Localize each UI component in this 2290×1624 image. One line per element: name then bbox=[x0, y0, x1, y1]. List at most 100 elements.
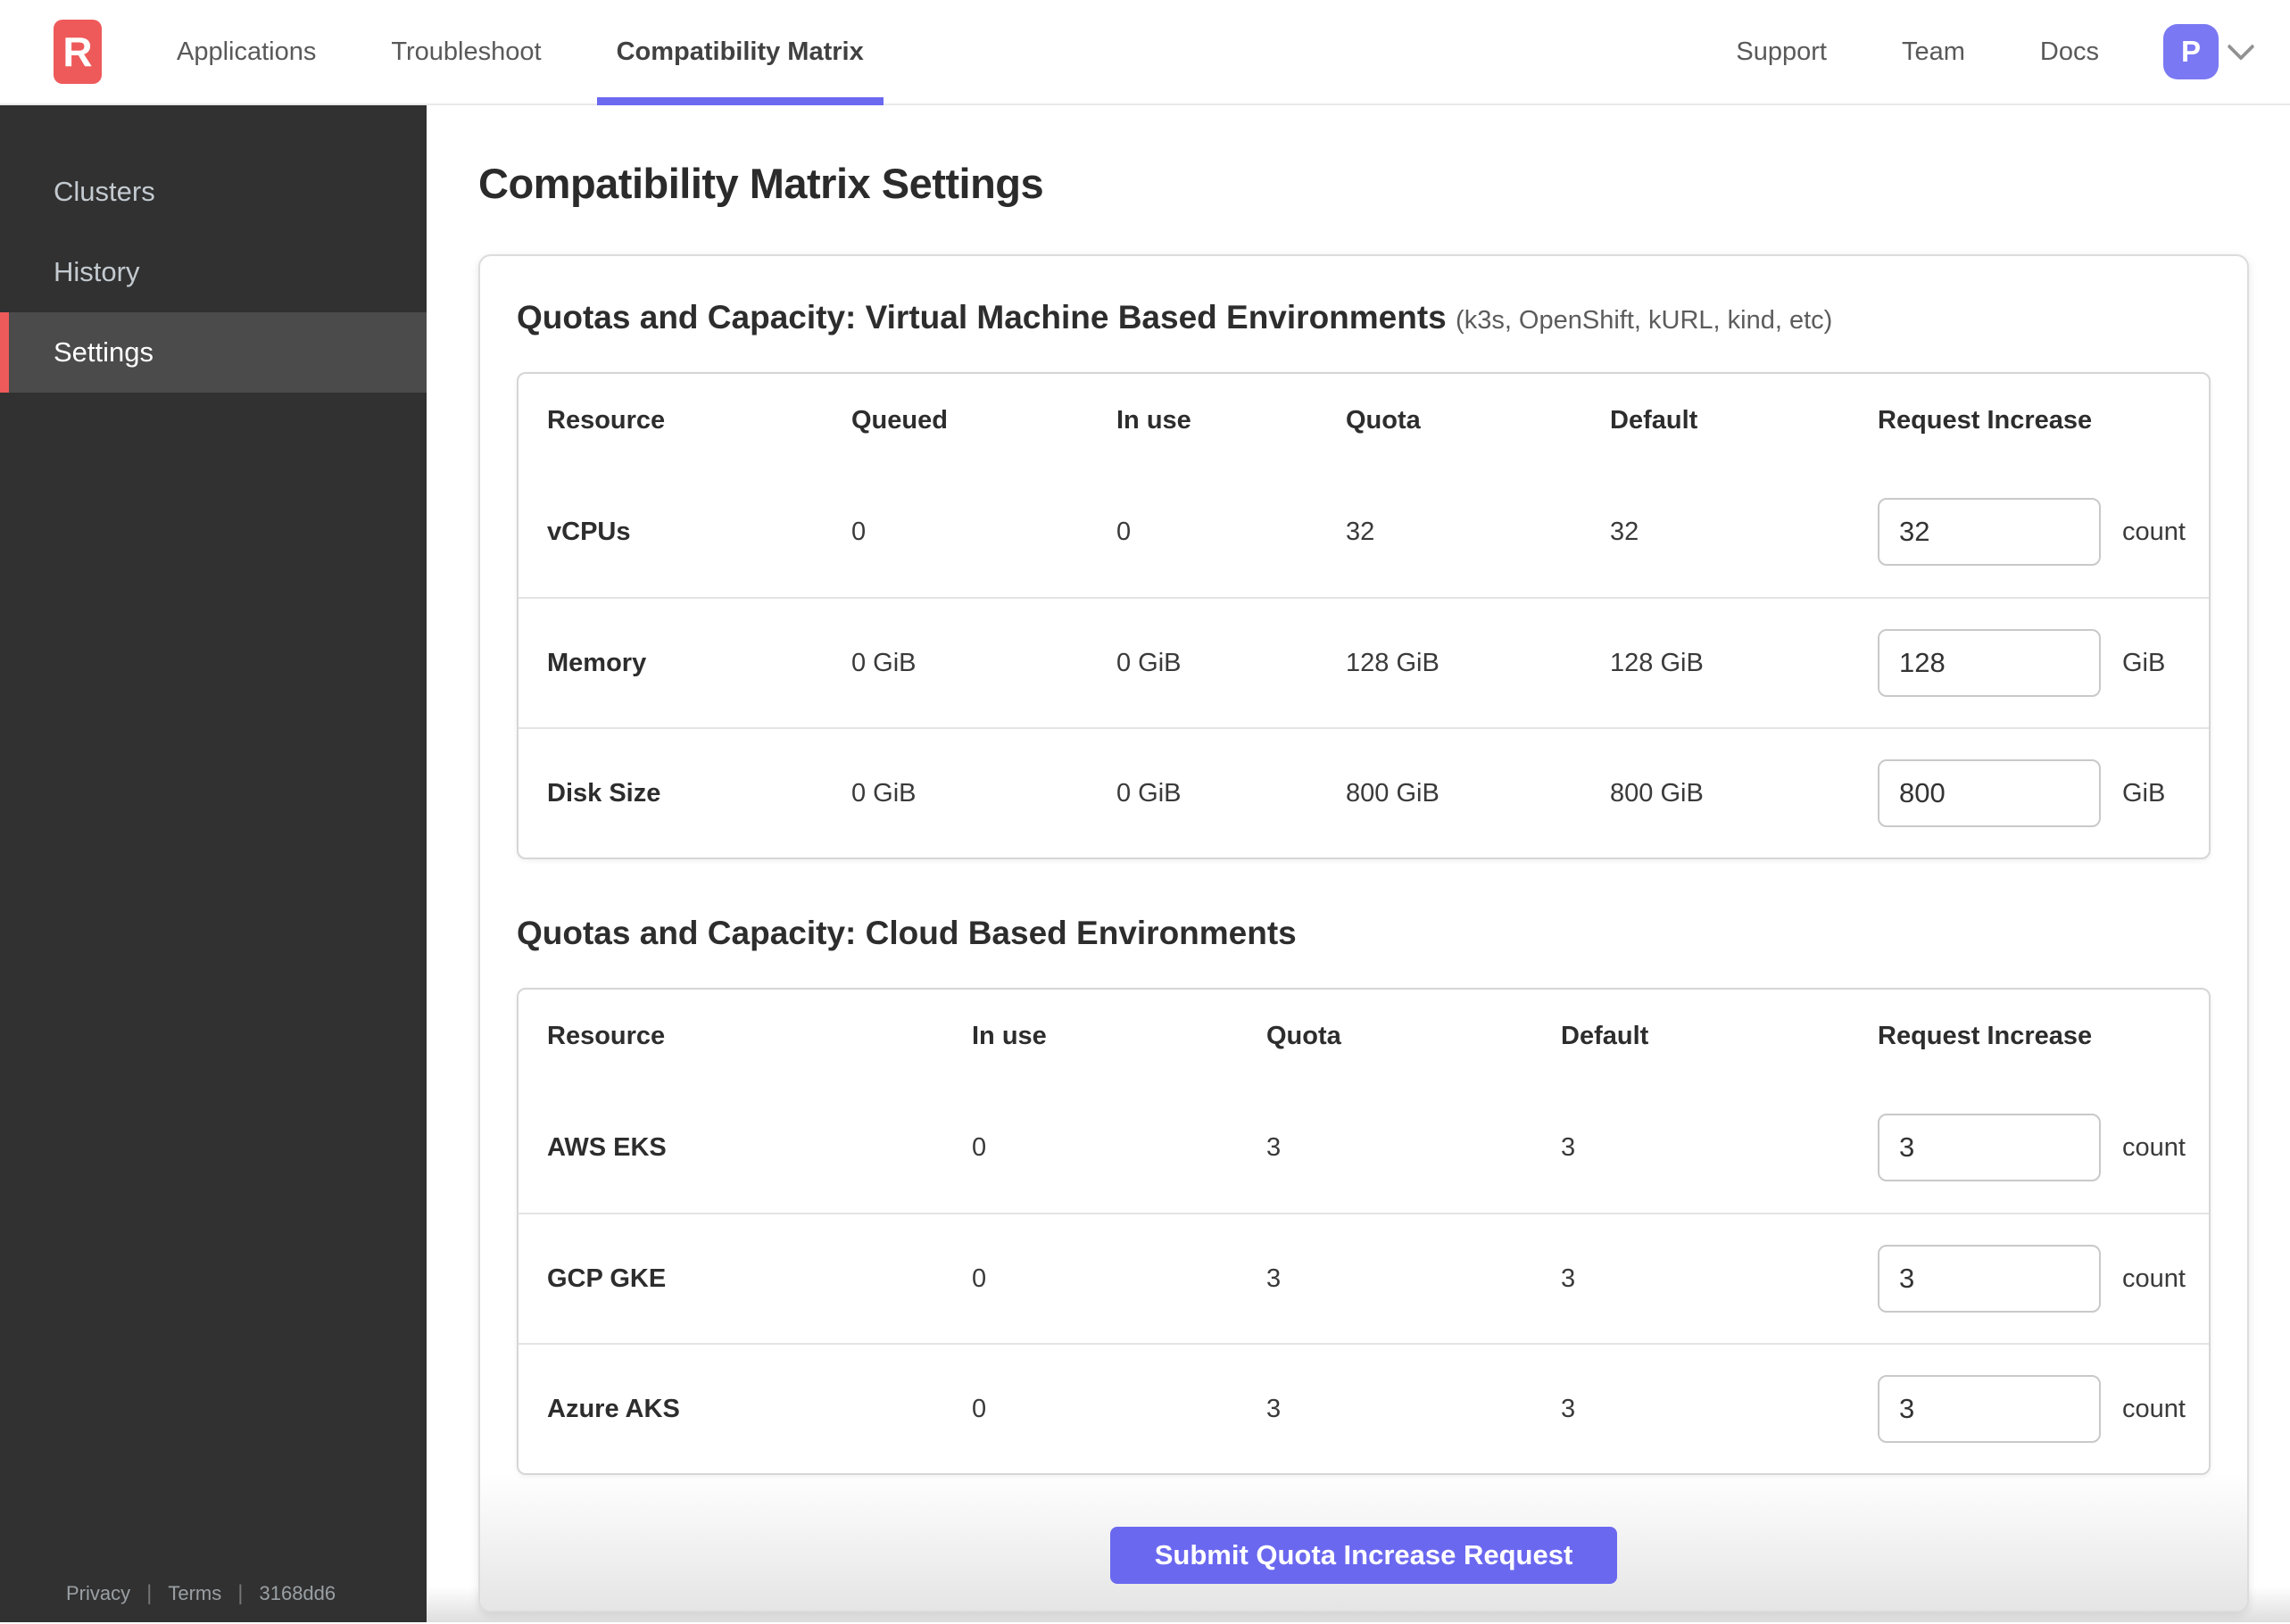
unit-label: count bbox=[2122, 1264, 2186, 1293]
request-increase-input[interactable] bbox=[1878, 1245, 2101, 1313]
chevron-down-icon[interactable] bbox=[2227, 32, 2255, 61]
cell-in-use: 0 GiB bbox=[1116, 648, 1182, 677]
cell-in-use: 0 bbox=[972, 1394, 987, 1423]
request-increase-input[interactable] bbox=[1878, 1114, 2101, 1181]
cell-in-use: 0 GiB bbox=[1116, 778, 1182, 808]
cell-default: 3 bbox=[1561, 1264, 1576, 1293]
nav-item-team[interactable]: Team bbox=[1902, 37, 1965, 67]
table-row: Memory 0 GiB 0 GiB 128 GiB 128 GiB GiB bbox=[519, 597, 2209, 727]
sidebar-footer: Privacy | Terms | 3168dd6 bbox=[66, 1581, 336, 1606]
sidebar-item-clusters[interactable]: Clusters bbox=[0, 152, 427, 232]
cell-resource: AWS EKS bbox=[547, 1132, 667, 1162]
table-row: Disk Size 0 GiB 0 GiB 800 GiB 800 GiB Gi… bbox=[519, 727, 2209, 858]
main-content: Compatibility Matrix Settings Quotas and… bbox=[427, 105, 2290, 1622]
submit-row: Submit Quota Increase Request bbox=[480, 1527, 2247, 1584]
section-title-vm-text: Quotas and Capacity: Virtual Machine Bas… bbox=[517, 299, 1447, 336]
col-default: Default bbox=[1561, 1021, 1649, 1050]
cell-quota: 128 GiB bbox=[1346, 648, 1440, 677]
nav-item-docs[interactable]: Docs bbox=[2040, 37, 2099, 67]
col-resource: Resource bbox=[547, 1021, 666, 1050]
cell-default: 32 bbox=[1610, 517, 1639, 546]
cell-default: 3 bbox=[1561, 1132, 1576, 1162]
cell-default: 800 GiB bbox=[1610, 778, 1704, 808]
table-row: AWS EKS 0 3 3 count bbox=[519, 1082, 2209, 1213]
cell-request-increase: count bbox=[1878, 498, 2209, 566]
request-increase-input[interactable] bbox=[1878, 498, 2101, 566]
cloud-quota-table: Resource In use Quota Default Request In… bbox=[517, 988, 2211, 1475]
footer-divider: | bbox=[237, 1581, 244, 1605]
unit-label: count bbox=[2122, 1394, 2186, 1423]
unit-label: GiB bbox=[2122, 648, 2166, 677]
replicated-logo[interactable]: R bbox=[54, 20, 102, 84]
secondary-nav: Support Team Docs P bbox=[1736, 0, 2255, 104]
nav-item-applications[interactable]: Applications bbox=[177, 0, 316, 104]
cell-queued: 0 GiB bbox=[851, 648, 917, 677]
request-increase-input[interactable] bbox=[1878, 629, 2101, 697]
build-version: 3168dd6 bbox=[259, 1582, 336, 1604]
col-quota: Quota bbox=[1346, 405, 1421, 435]
cell-request-increase: count bbox=[1878, 1245, 2209, 1313]
unit-label: count bbox=[2122, 1132, 2186, 1162]
cell-resource: Disk Size bbox=[547, 778, 661, 808]
cell-resource: Azure AKS bbox=[547, 1394, 680, 1423]
table-row: GCP GKE 0 3 3 count bbox=[519, 1213, 2209, 1343]
logo-letter: R bbox=[62, 29, 93, 75]
primary-nav: Applications Troubleshoot Compatibility … bbox=[177, 0, 884, 105]
vm-table-body: vCPUs 0 0 32 32 count Memory 0 GiB 0 GiB… bbox=[519, 467, 2209, 858]
section-title-vm: Quotas and Capacity: Virtual Machine Bas… bbox=[517, 299, 2211, 336]
section-subtitle-vm: (k3s, OpenShift, kURL, kind, etc) bbox=[1456, 306, 1833, 335]
user-menu[interactable]: P bbox=[2163, 24, 2255, 79]
cell-quota: 32 bbox=[1346, 517, 1375, 546]
col-in-use: In use bbox=[1116, 405, 1191, 435]
cell-quota: 3 bbox=[1266, 1264, 1282, 1293]
cell-in-use: 0 bbox=[1116, 517, 1132, 546]
cell-request-increase: count bbox=[1878, 1114, 2209, 1181]
cell-request-increase: count bbox=[1878, 1375, 2209, 1443]
cell-queued: 0 GiB bbox=[851, 778, 917, 808]
cloud-table-header: Resource In use Quota Default Request In… bbox=[519, 990, 2209, 1082]
footer-divider: | bbox=[146, 1581, 153, 1605]
section-title-cloud: Quotas and Capacity: Cloud Based Environ… bbox=[517, 915, 2211, 952]
unit-label: GiB bbox=[2122, 778, 2166, 808]
vm-table-header: Resource Queued In use Quota Default Req… bbox=[519, 374, 2209, 467]
nav-item-compatibility-matrix[interactable]: Compatibility Matrix bbox=[596, 0, 884, 105]
col-request-increase: Request Increase bbox=[1878, 405, 2093, 435]
cell-in-use: 0 bbox=[972, 1264, 987, 1293]
cell-resource: GCP GKE bbox=[547, 1264, 667, 1293]
unit-label: count bbox=[2122, 517, 2186, 546]
col-queued: Queued bbox=[851, 405, 948, 435]
top-nav-bar: R Applications Troubleshoot Compatibilit… bbox=[0, 0, 2290, 105]
page-layout: Clusters History Settings Privacy | Term… bbox=[0, 105, 2290, 1622]
vm-quota-table: Resource Queued In use Quota Default Req… bbox=[517, 372, 2211, 859]
privacy-link[interactable]: Privacy bbox=[66, 1582, 130, 1605]
col-request-increase: Request Increase bbox=[1878, 1021, 2093, 1050]
cell-request-increase: GiB bbox=[1878, 629, 2209, 697]
cell-quota: 3 bbox=[1266, 1132, 1282, 1162]
cell-quota: 800 GiB bbox=[1346, 778, 1440, 808]
submit-quota-increase-button[interactable]: Submit Quota Increase Request bbox=[1110, 1527, 1617, 1584]
table-row: vCPUs 0 0 32 32 count bbox=[519, 467, 2209, 597]
cell-default: 128 GiB bbox=[1610, 648, 1704, 677]
cell-default: 3 bbox=[1561, 1394, 1576, 1423]
terms-link[interactable]: Terms bbox=[168, 1582, 221, 1605]
cell-resource: vCPUs bbox=[547, 517, 631, 546]
cell-queued: 0 bbox=[851, 517, 867, 546]
sidebar-item-history[interactable]: History bbox=[0, 232, 427, 312]
cloud-table-body: AWS EKS 0 3 3 count GCP GKE 0 3 3 count … bbox=[519, 1082, 2209, 1473]
sidebar-nav: Clusters History Settings bbox=[0, 105, 427, 393]
settings-card: Quotas and Capacity: Virtual Machine Bas… bbox=[478, 254, 2249, 1612]
col-in-use: In use bbox=[972, 1021, 1047, 1050]
cell-request-increase: GiB bbox=[1878, 759, 2209, 827]
sidebar-item-settings[interactable]: Settings bbox=[0, 312, 427, 393]
table-row: Azure AKS 0 3 3 count bbox=[519, 1343, 2209, 1473]
request-increase-input[interactable] bbox=[1878, 759, 2101, 827]
avatar[interactable]: P bbox=[2163, 24, 2219, 79]
nav-item-support[interactable]: Support bbox=[1736, 37, 1827, 67]
col-default: Default bbox=[1610, 405, 1698, 435]
nav-item-troubleshoot[interactable]: Troubleshoot bbox=[391, 0, 541, 104]
cell-in-use: 0 bbox=[972, 1132, 987, 1162]
cell-resource: Memory bbox=[547, 648, 647, 677]
request-increase-input[interactable] bbox=[1878, 1375, 2101, 1443]
page-title: Compatibility Matrix Settings bbox=[478, 160, 1044, 207]
